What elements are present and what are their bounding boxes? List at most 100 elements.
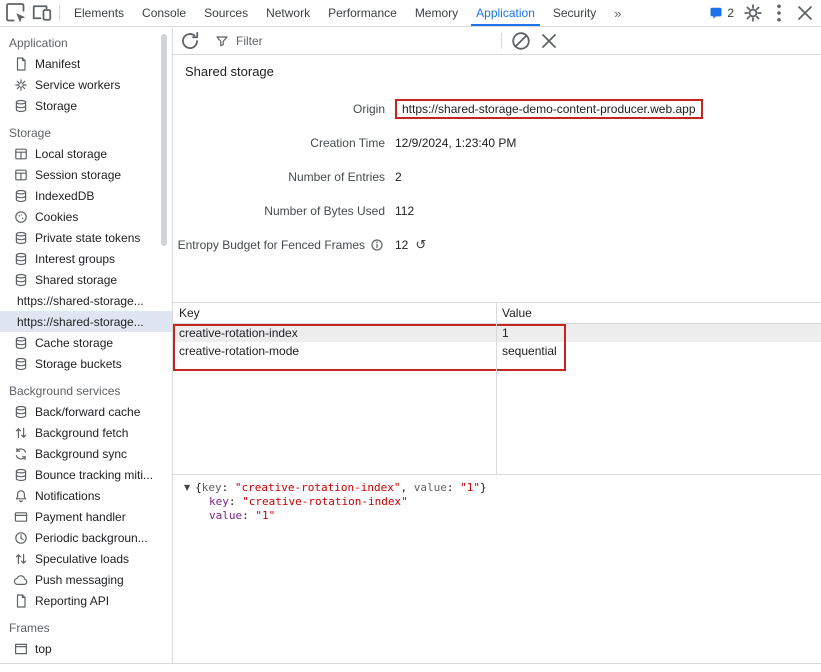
sidebar-item-label: Reporting API	[35, 594, 109, 608]
column-header-value[interactable]: Value	[496, 303, 821, 323]
tab-memory[interactable]: Memory	[406, 0, 467, 26]
tab-console[interactable]: Console	[133, 0, 195, 26]
sidebar-item-https-shared-storage[interactable]: https://shared-storage...	[0, 311, 172, 332]
annotation-box-origin: https://shared-storage-demo-content-prod…	[395, 99, 703, 119]
cell-key: creative-rotation-mode	[173, 344, 496, 358]
sidebar-item-periodic-backgroun[interactable]: Periodic backgroun...	[0, 527, 172, 548]
refresh-icon[interactable]	[178, 29, 202, 53]
frame-icon	[13, 641, 29, 657]
storage-items-table: Key Value creative-rotation-index1creati…	[173, 302, 821, 474]
sidebar-item-indexeddb[interactable]: IndexedDB	[0, 185, 172, 206]
expand-triangle-icon[interactable]: ▼	[184, 481, 190, 495]
sidebar-item-label: Cookies	[35, 210, 78, 224]
preview-token: :	[222, 481, 235, 494]
sidebar-item-storage-buckets[interactable]: Storage buckets	[0, 353, 172, 374]
database-icon	[13, 467, 29, 483]
database-icon	[13, 356, 29, 372]
issues-bubble-icon	[708, 5, 724, 21]
sidebar-item-local-storage[interactable]: Local storage	[0, 143, 172, 164]
sidebar-item-shared-storage[interactable]: Shared storage	[0, 269, 172, 290]
devtools-top-bar: ElementsConsoleSourcesNetworkPerformance…	[0, 0, 821, 27]
field-label-text: Origin	[353, 102, 385, 116]
sync-icon	[13, 446, 29, 462]
devtools-tabs: ElementsConsoleSourcesNetworkPerformance…	[65, 0, 605, 26]
entry-preview-panel: ▼{key: "creative-rotation-index", value:…	[173, 474, 821, 663]
sidebar-item-cookies[interactable]: Cookies	[0, 206, 172, 227]
table-row-creative-rotation-mode[interactable]: creative-rotation-modesequential	[173, 342, 821, 360]
preview-token: value	[414, 481, 447, 494]
field-value: 12/9/2024, 1:23:40 PM	[395, 136, 516, 150]
column-header-key[interactable]: Key	[173, 303, 496, 323]
property-name: key	[209, 495, 229, 508]
sidebar-item-label: Interest groups	[35, 252, 115, 266]
sidebar-item-session-storage[interactable]: Session storage	[0, 164, 172, 185]
inspect-element-icon[interactable]	[4, 1, 28, 25]
sidebar-item-bounce-tracking-miti[interactable]: Bounce tracking miti...	[0, 464, 172, 485]
sidebar-scrollbar[interactable]	[161, 34, 167, 246]
preview-token: {	[195, 481, 202, 494]
document-icon	[13, 56, 29, 72]
issues-icon[interactable]: 2	[703, 1, 739, 25]
bottom-strip	[0, 663, 821, 672]
sidebar-item-speculative-loads[interactable]: Speculative loads	[0, 548, 172, 569]
field-value-text: 12/9/2024, 1:23:40 PM	[395, 136, 516, 150]
reset-budget-icon[interactable]: ↺	[415, 237, 426, 253]
device-toolbar-icon[interactable]	[30, 1, 54, 25]
tab-application[interactable]: Application	[467, 0, 544, 26]
sidebar-item-payment-handler[interactable]: Payment handler	[0, 506, 172, 527]
cell-value: sequential	[496, 344, 821, 358]
toolbar-divider	[501, 33, 502, 49]
delete-all-icon[interactable]	[509, 29, 533, 53]
tab-elements[interactable]: Elements	[65, 0, 133, 26]
preview-token: "1"	[460, 481, 480, 494]
topbar-actions: 2	[703, 1, 817, 25]
sidebar-item-label: top	[35, 642, 52, 656]
sidebar-item-background-sync[interactable]: Background sync	[0, 443, 172, 464]
column-divider[interactable]	[496, 303, 497, 474]
tab-network[interactable]: Network	[257, 0, 319, 26]
more-tabs-icon[interactable]: »	[607, 6, 628, 21]
sidebar-item-background-fetch[interactable]: Background fetch	[0, 422, 172, 443]
sidebar-item-private-state-tokens[interactable]: Private state tokens	[0, 227, 172, 248]
database-icon	[13, 272, 29, 288]
sidebar-item-label: Private state tokens	[35, 231, 140, 245]
sidebar-item-https-shared-storage[interactable]: https://shared-storage...	[0, 290, 172, 311]
filter-input[interactable]	[236, 34, 494, 48]
sidebar-item-label: Background fetch	[35, 426, 128, 440]
sidebar-item-notifications[interactable]: Notifications	[0, 485, 172, 506]
sidebar-item-reporting-api[interactable]: Reporting API	[0, 590, 172, 611]
clear-icon[interactable]	[537, 29, 561, 53]
field-value: 112	[395, 204, 414, 218]
sidebar-item-cache-storage[interactable]: Cache storage	[0, 332, 172, 353]
field-value-text: 2	[395, 170, 402, 184]
tab-performance[interactable]: Performance	[319, 0, 406, 26]
sidebar-item-top[interactable]: top	[0, 638, 172, 659]
settings-gear-icon[interactable]	[741, 1, 765, 25]
field-label-text: Entropy Budget for Fenced Frames	[178, 238, 365, 252]
preview-token: ,	[400, 481, 413, 494]
sidebar-item-manifest[interactable]: Manifest	[0, 53, 172, 74]
sidebar-item-label: https://shared-storage...	[17, 315, 144, 329]
sidebar-item-label: Storage buckets	[35, 357, 122, 371]
sidebar-item-label: https://shared-storage...	[17, 294, 144, 308]
sidebar-item-push-messaging[interactable]: Push messaging	[0, 569, 172, 590]
table-body: creative-rotation-index1creative-rotatio…	[173, 324, 821, 474]
tab-security[interactable]: Security	[544, 0, 605, 26]
sidebar-item-storage[interactable]: Storage	[0, 95, 172, 116]
report-field-origin: Origin https://shared-storage-demo-conten…	[173, 92, 821, 126]
close-devtools-icon[interactable]	[793, 1, 817, 25]
sidebar-item-label: Speculative loads	[35, 552, 129, 566]
cell-key: creative-rotation-index	[173, 326, 496, 340]
sidebar-item-label: Back/forward cache	[35, 405, 140, 419]
property-separator: :	[242, 509, 255, 522]
sidebar-item-service-workers[interactable]: Service workers	[0, 74, 172, 95]
sidebar-item-interest-groups[interactable]: Interest groups	[0, 248, 172, 269]
more-options-icon[interactable]	[767, 1, 791, 25]
tab-sources[interactable]: Sources	[195, 0, 257, 26]
report-field-entropy-budget-for-fenced-frames: Entropy Budget for Fenced Frames12↺	[173, 228, 821, 262]
info-icon[interactable]	[369, 237, 385, 253]
sidebar-item-back-forward-cache[interactable]: Back/forward cache	[0, 401, 172, 422]
sidebar-item-label: Service workers	[35, 78, 120, 92]
table-row-creative-rotation-index[interactable]: creative-rotation-index1	[173, 324, 821, 342]
field-value: 2	[395, 170, 402, 184]
